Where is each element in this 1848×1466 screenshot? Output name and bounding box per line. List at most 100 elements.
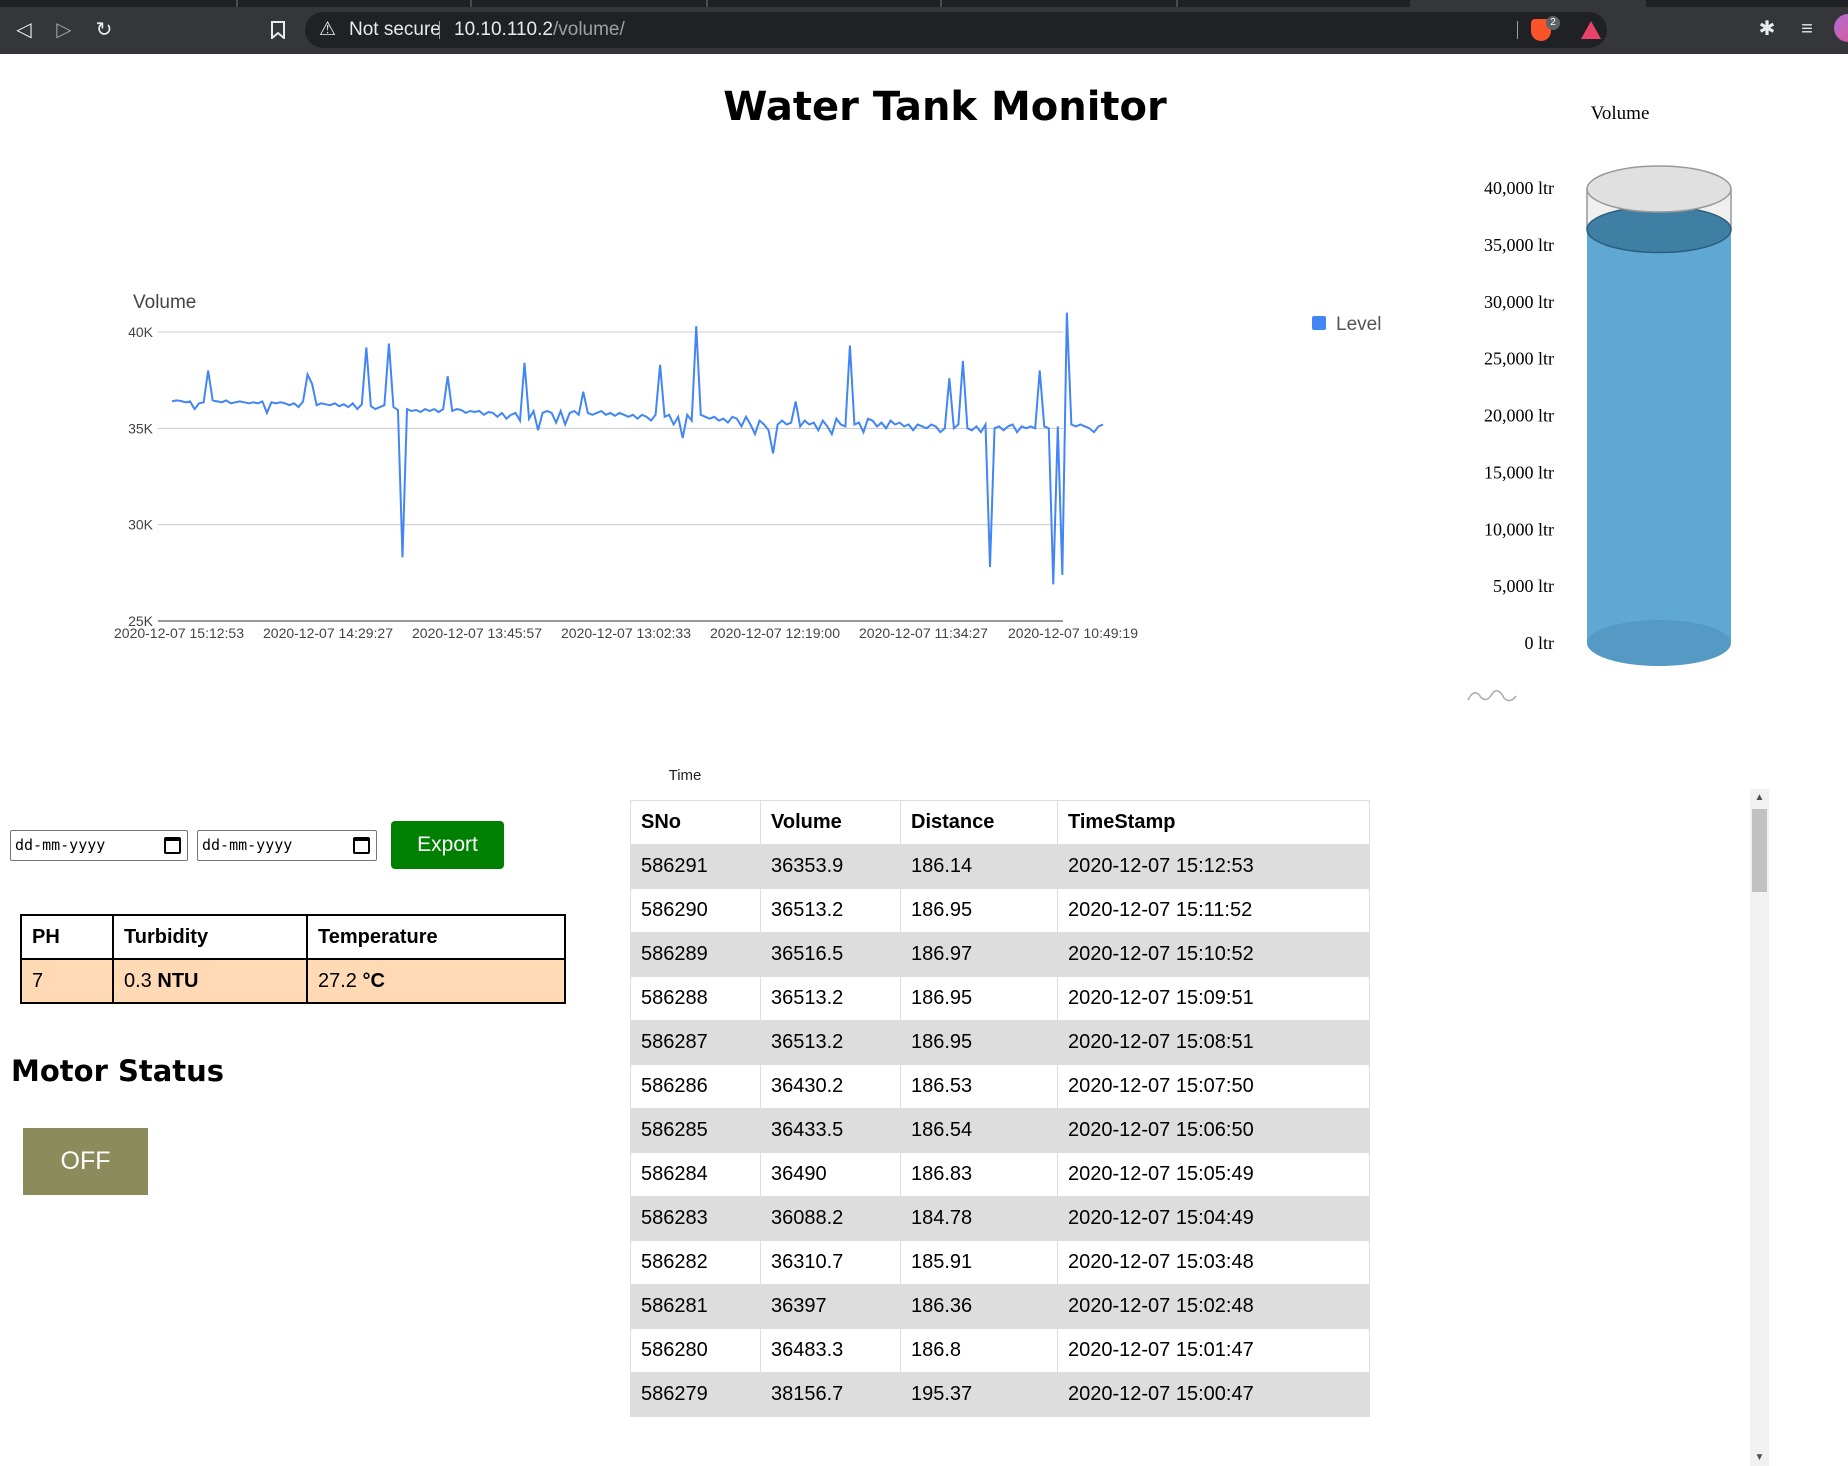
profile-avatar[interactable] bbox=[1834, 14, 1848, 42]
sno-cell: 586285 bbox=[630, 1108, 761, 1153]
end-date-input[interactable]: dd-mm-yyyy bbox=[197, 830, 377, 861]
omnibox-divider bbox=[1517, 21, 1518, 39]
motor-status-title: Motor Status bbox=[11, 1054, 225, 1088]
active-tab[interactable] bbox=[1410, 0, 1646, 7]
sno-cell: 586290 bbox=[630, 888, 761, 933]
table-row: 586285 36433.5 186.54 2020-12-07 15:06:50 bbox=[630, 1108, 1370, 1153]
scroll-up-arrow-icon[interactable]: ▲ bbox=[1750, 789, 1769, 806]
sno-cell: 586287 bbox=[630, 1020, 761, 1065]
gauge-tank bbox=[1586, 165, 1732, 666]
sno-cell: 586286 bbox=[630, 1064, 761, 1109]
timestamp-cell: 2020-12-07 15:08:51 bbox=[1057, 1020, 1370, 1065]
timestamp-cell: 2020-12-07 15:02:48 bbox=[1057, 1284, 1370, 1329]
tank-bottom-shade bbox=[1587, 620, 1731, 666]
distance-header: Distance bbox=[900, 800, 1058, 845]
scroll-down-arrow-icon[interactable]: ▼ bbox=[1750, 1449, 1769, 1466]
gauge-tick-label: 25,000 ltr bbox=[1484, 349, 1554, 369]
page-title: Water Tank Monitor bbox=[723, 84, 1167, 130]
sno-cell: 586281 bbox=[630, 1284, 761, 1329]
url-text[interactable]: 10.10.110.2/volume/ bbox=[454, 12, 625, 48]
timestamp-cell: 2020-12-07 15:11:52 bbox=[1057, 888, 1370, 933]
readings-table: SNo Volume Distance TimeStamp 586291 3635… bbox=[630, 800, 1370, 1417]
x-tick-label: 2020-12-07 10:49:19 bbox=[1008, 625, 1138, 641]
media-queue-icon[interactable]: ≡ bbox=[1792, 14, 1822, 44]
export-button[interactable]: Export bbox=[391, 821, 504, 869]
motor-toggle-button[interactable]: OFF bbox=[23, 1128, 148, 1195]
distance-cell: 186.53 bbox=[900, 1064, 1058, 1109]
back-icon[interactable]: ◁ bbox=[8, 14, 40, 46]
tab-divider bbox=[236, 0, 238, 7]
timestamp-cell: 2020-12-07 15:09:51 bbox=[1057, 976, 1370, 1021]
x-tick-label: 2020-12-07 11:34:27 bbox=[859, 625, 988, 641]
forward-icon[interactable]: ▷ bbox=[48, 14, 80, 46]
x-tick-label: 2020-12-07 14:29:27 bbox=[263, 625, 393, 641]
sno-cell: 586283 bbox=[630, 1196, 761, 1241]
volume-cell: 36353.9 bbox=[760, 844, 901, 889]
temperature-cell: 27.2 °C bbox=[306, 958, 566, 1004]
extensions-icon[interactable]: ✱ bbox=[1752, 14, 1782, 44]
table-row: 586280 36483.3 186.8 2020-12-07 15:01:47 bbox=[630, 1328, 1370, 1373]
readings-table-container[interactable]: SNo Volume Distance TimeStamp 586291 3635… bbox=[630, 800, 1370, 1428]
gauge-title: Volume bbox=[1591, 103, 1650, 124]
distance-cell: 186.36 bbox=[900, 1284, 1058, 1329]
distance-cell: 186.54 bbox=[900, 1108, 1058, 1153]
sensor-header-row: PH Turbidity Temperature bbox=[20, 914, 566, 960]
volume-cell: 36516.5 bbox=[760, 932, 901, 977]
gauge-tick-label: 30,000 ltr bbox=[1484, 292, 1554, 312]
ph-value: 7 bbox=[20, 958, 114, 1004]
timestamp-cell: 2020-12-07 15:05:49 bbox=[1057, 1152, 1370, 1197]
chart-title: Volume bbox=[133, 292, 196, 313]
tab-divider bbox=[940, 0, 942, 7]
chart-series bbox=[171, 312, 1104, 585]
sensor-value-row: 7 0.3 NTU 27.2 °C bbox=[20, 958, 566, 1004]
x-axis-label: Time bbox=[669, 767, 702, 784]
x-tick-label: 2020-12-07 12:19:00 bbox=[710, 625, 840, 641]
distance-cell: 186.95 bbox=[900, 888, 1058, 933]
brave-rewards-icon[interactable] bbox=[1581, 21, 1601, 39]
gauge-tick-label: 10,000 ltr bbox=[1484, 519, 1554, 539]
distance-cell: 185.91 bbox=[900, 1240, 1058, 1285]
temperature-unit: °C bbox=[362, 969, 385, 992]
page-scrollbar[interactable]: ▲ ▼ bbox=[1750, 789, 1769, 1466]
distance-cell: 186.95 bbox=[900, 1020, 1058, 1065]
series-line-level bbox=[171, 312, 1104, 585]
scrollbar-thumb[interactable] bbox=[1752, 809, 1767, 892]
sno-cell: 586279 bbox=[630, 1372, 761, 1417]
calendar-icon[interactable] bbox=[164, 837, 181, 854]
url-path: /volume/ bbox=[552, 19, 625, 40]
address-bar[interactable]: ⚠ Not secure 10.10.110.2/volume/ 2 bbox=[305, 12, 1607, 48]
gauge-tick-label: 20,000 ltr bbox=[1484, 406, 1554, 426]
turbidity-value: 0.3 bbox=[124, 969, 152, 992]
sensor-readings-table: PH Turbidity Temperature 7 0.3 NTU 27.2 … bbox=[20, 914, 566, 1004]
volume-cell: 36513.2 bbox=[760, 1020, 901, 1065]
table-row: 586288 36513.2 186.95 2020-12-07 15:09:51 bbox=[630, 976, 1370, 1021]
timestamp-header: TimeStamp bbox=[1057, 800, 1370, 845]
y-tick-label: 30K bbox=[128, 517, 154, 533]
start-date-placeholder: dd-mm-yyyy bbox=[15, 836, 106, 854]
page-content: Water Tank Monitor Volume 40K 35K 30K 25K 2… bbox=[0, 54, 1848, 1466]
security-indicator[interactable]: Not secure bbox=[349, 12, 441, 48]
table-row: 586291 36353.9 186.14 2020-12-07 15:12:53 bbox=[630, 844, 1370, 889]
bookmark-icon[interactable] bbox=[262, 14, 294, 46]
gauge-tick-label: 5,000 ltr bbox=[1493, 576, 1554, 596]
volume-cell: 38156.7 bbox=[760, 1372, 901, 1417]
sno-cell: 586284 bbox=[630, 1152, 761, 1197]
calendar-icon[interactable] bbox=[353, 837, 370, 854]
tank-level-gauge: Volume 40,000 ltr 35,000 ltr 30,000 ltr 25,… bbox=[1467, 103, 1732, 702]
sno-cell: 586282 bbox=[630, 1240, 761, 1285]
tank-liquid bbox=[1587, 229, 1731, 644]
volume-header: Volume bbox=[760, 800, 901, 845]
sno-cell: 586291 bbox=[630, 844, 761, 889]
distance-cell: 186.8 bbox=[900, 1328, 1058, 1373]
timestamp-cell: 2020-12-07 15:03:48 bbox=[1057, 1240, 1370, 1285]
warning-icon[interactable]: ⚠ bbox=[319, 18, 341, 42]
reload-icon[interactable]: ↻ bbox=[88, 14, 120, 46]
ph-header: PH bbox=[20, 914, 114, 960]
timestamp-cell: 2020-12-07 15:04:49 bbox=[1057, 1196, 1370, 1241]
gauge-tick-label: 0 ltr bbox=[1525, 633, 1555, 653]
volume-cell: 36430.2 bbox=[760, 1064, 901, 1109]
x-tick-label: 2020-12-07 15:12:53 bbox=[114, 625, 244, 641]
volume-cell: 36310.7 bbox=[760, 1240, 901, 1285]
start-date-input[interactable]: dd-mm-yyyy bbox=[10, 830, 188, 861]
tank-liquid-surface bbox=[1586, 205, 1732, 254]
